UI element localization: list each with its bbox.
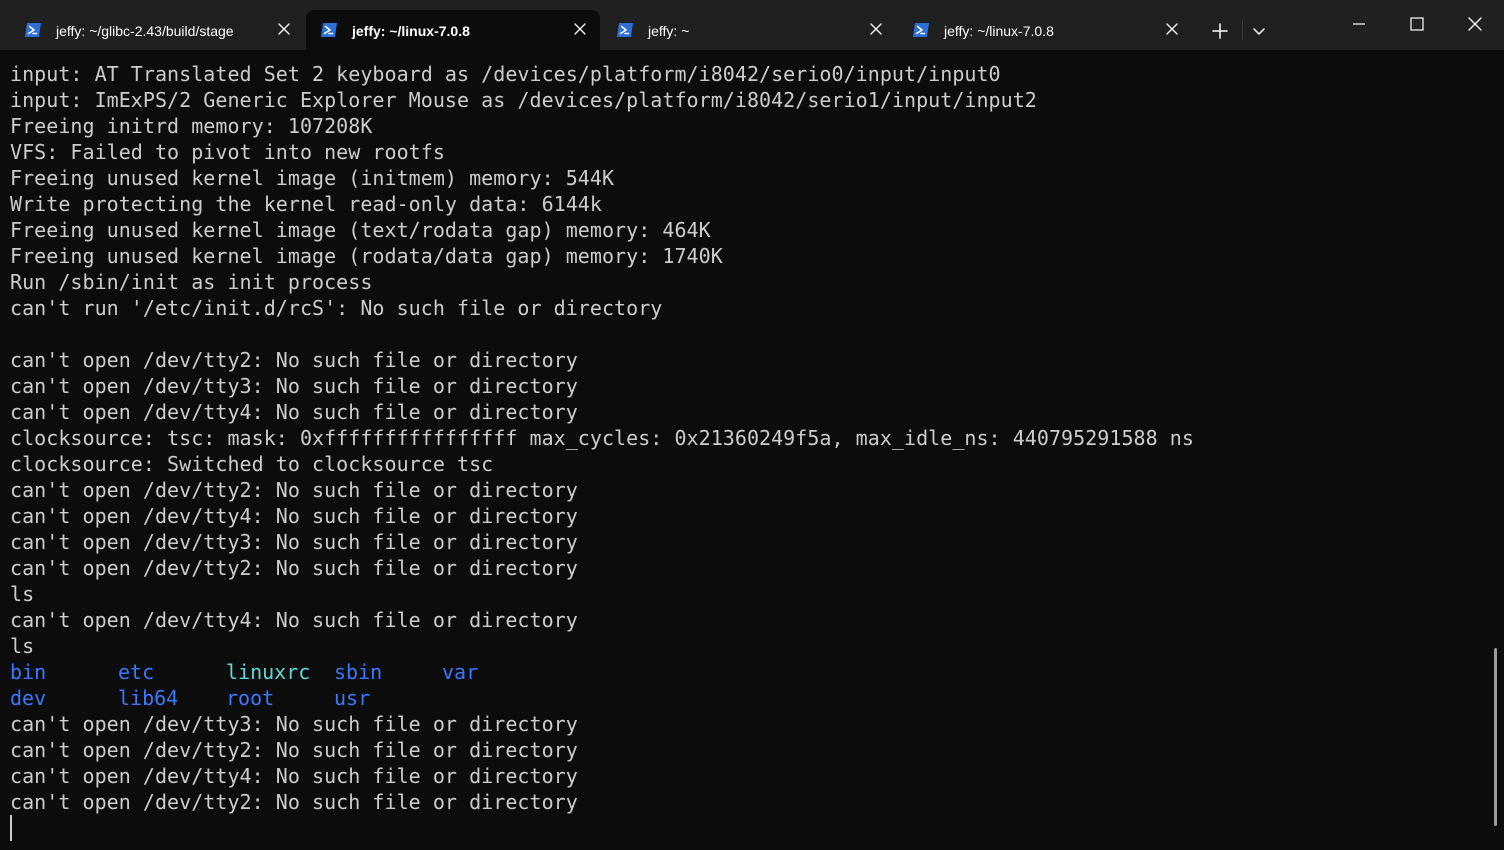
output-line: can't open /dev/tty2: No such file or di… [10, 738, 578, 762]
tab-divider [1242, 20, 1243, 40]
output-line: clocksource: tsc: mask: 0xffffffffffffff… [10, 426, 1194, 450]
ls-directory-entry: etc [118, 660, 155, 684]
output-line: Freeing unused kernel image (text/rodata… [10, 218, 711, 242]
output-line: can't open /dev/tty3: No such file or di… [10, 530, 578, 554]
output-line: can't open /dev/tty2: No such file or di… [10, 556, 578, 580]
output-line: can't open /dev/tty2: No such file or di… [10, 478, 578, 502]
terminal-window: jeffy: ~/glibc-2.43/build/stage jeffy: ~… [0, 0, 1504, 850]
output-line: can't open /dev/tty4: No such file or di… [10, 764, 578, 788]
output-line: Freeing initrd memory: 107208K [10, 114, 373, 138]
maximize-icon[interactable] [1403, 10, 1431, 38]
output-line: can't open /dev/tty2: No such file or di… [10, 790, 578, 814]
output-line: can't open /dev/tty2: No such file or di… [10, 348, 578, 372]
ls-output-row: dev lib64 root usr [10, 685, 1194, 711]
output-line: can't open /dev/tty4: No such file or di… [10, 400, 578, 424]
output-line: ls [10, 634, 35, 658]
close-tab-icon[interactable] [276, 21, 292, 37]
output-line: clocksource: Switched to clocksource tsc [10, 452, 494, 476]
ls-directory-entry: bin [10, 660, 47, 684]
output-line: Write protecting the kernel read-only da… [10, 192, 602, 216]
close-tab-icon[interactable] [572, 21, 588, 37]
output-line: input: AT Translated Set 2 keyboard as /… [10, 62, 1001, 86]
output-line: VFS: Failed to pivot into new rootfs [10, 140, 445, 164]
output-line: input: ImExPS/2 Generic Explorer Mouse a… [10, 88, 1037, 112]
output-line: can't run '/etc/init.d/rcS': No such fil… [10, 296, 663, 320]
ls-directory-entry: root [226, 686, 275, 710]
close-tab-icon[interactable] [868, 21, 884, 37]
output-line: can't open /dev/tty3: No such file or di… [10, 712, 578, 736]
output-line: ls [10, 582, 35, 606]
tab-glibc-stage[interactable]: jeffy: ~/glibc-2.43/build/stage [10, 10, 304, 50]
powershell-icon [617, 23, 633, 37]
tab-title: jeffy: ~/linux-7.0.8 [352, 23, 470, 39]
close-tab-icon[interactable] [1164, 21, 1180, 37]
tab-home[interactable]: jeffy: ~ [602, 10, 896, 50]
ls-output-row: bin etc linuxrc sbin var [10, 659, 1194, 685]
output-line: Freeing unused kernel image (initmem) me… [10, 166, 615, 190]
plus-icon[interactable] [1208, 19, 1232, 43]
terminal-output[interactable]: input: AT Translated Set 2 keyboard as /… [0, 50, 1504, 850]
minimize-icon[interactable] [1345, 10, 1373, 38]
text-cursor [10, 815, 12, 841]
close-icon[interactable] [1461, 10, 1489, 38]
ls-symlink-entry: linuxrc [226, 660, 311, 684]
output-line: Run /sbin/init as init process [10, 270, 373, 294]
tab-linux-active[interactable]: jeffy: ~/linux-7.0.8 [306, 10, 600, 50]
powershell-icon [25, 23, 41, 37]
output-line: can't open /dev/tty4: No such file or di… [10, 608, 578, 632]
ls-directory-entry: sbin [334, 660, 383, 684]
ls-directory-entry: dev [10, 686, 47, 710]
powershell-icon [913, 23, 929, 37]
ls-directory-entry: var [442, 660, 479, 684]
tab-title: jeffy: ~/linux-7.0.8 [944, 23, 1054, 39]
chevron-down-icon[interactable] [1248, 20, 1270, 42]
output-line: can't open /dev/tty3: No such file or di… [10, 374, 578, 398]
tab-linux-2[interactable]: jeffy: ~/linux-7.0.8 [898, 10, 1192, 50]
output-lines: input: AT Translated Set 2 keyboard as /… [10, 61, 1194, 815]
ls-directory-entry: lib64 [118, 686, 179, 710]
tab-bar: jeffy: ~/glibc-2.43/build/stage jeffy: ~… [0, 0, 1504, 50]
ls-directory-entry: usr [334, 686, 371, 710]
tab-title: jeffy: ~/glibc-2.43/build/stage [56, 23, 234, 39]
output-line: can't open /dev/tty4: No such file or di… [10, 504, 578, 528]
tab-title: jeffy: ~ [648, 23, 690, 39]
output-line: Freeing unused kernel image (rodata/data… [10, 244, 723, 268]
scrollbar-thumb[interactable] [1494, 648, 1497, 826]
powershell-icon [321, 23, 337, 37]
